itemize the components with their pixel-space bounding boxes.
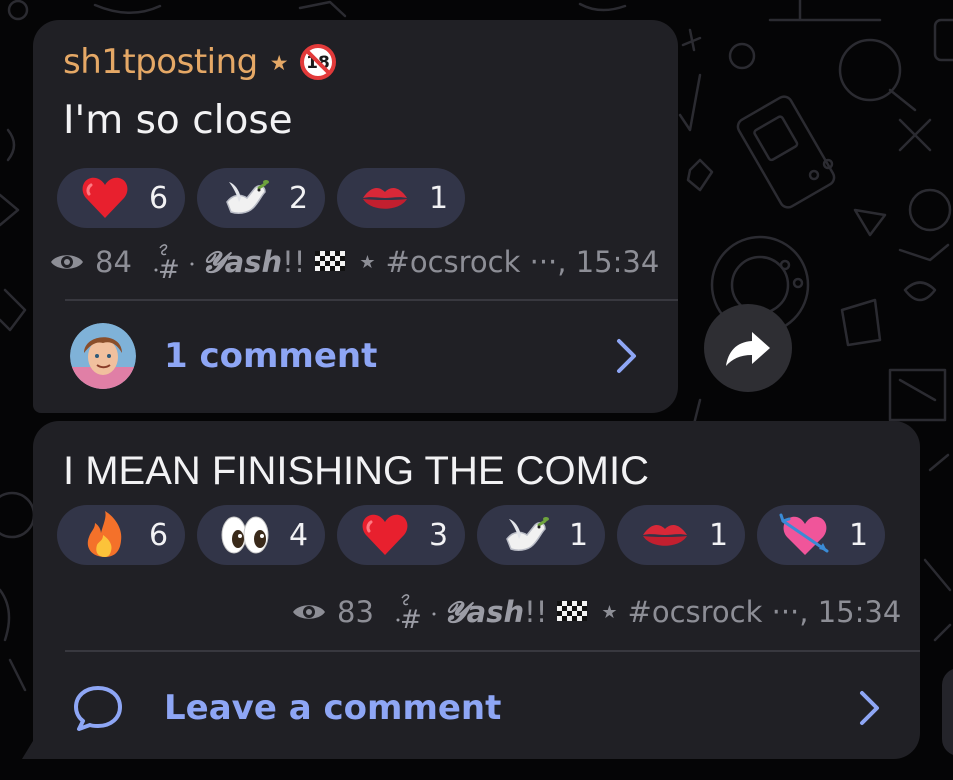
comments-button[interactable]: 1 comment xyxy=(33,320,678,392)
kiss-mark-icon xyxy=(363,188,407,209)
dove-icon xyxy=(226,180,269,214)
author-signature-suffix: !! xyxy=(524,595,548,629)
heart-with-arrow-icon xyxy=(779,513,829,555)
reaction-count: 6 xyxy=(149,180,169,216)
reaction-fire[interactable]: 6 xyxy=(57,505,185,565)
author-signature: 𝓨ash xyxy=(201,244,283,279)
red-heart-icon xyxy=(362,514,408,555)
reactions-bar: 6 2 1 xyxy=(57,168,465,228)
adult-18-icon: 18 xyxy=(299,44,336,80)
leave-comment-button[interactable]: Leave a comment xyxy=(33,673,920,743)
chevron-right-icon xyxy=(860,691,879,725)
reaction-kiss-mark[interactable]: 1 xyxy=(337,168,465,228)
post-tag-and-time: #ocsrock ···, 15:34 xyxy=(627,595,902,629)
reaction-count: 1 xyxy=(709,517,729,553)
signature-ornament-icon: # xyxy=(396,594,436,632)
sender-row: sh1tposting ★ 18 xyxy=(63,38,337,86)
reaction-heart-with-arrow[interactable]: 1 xyxy=(757,505,885,565)
svg-text:#: # xyxy=(400,605,422,632)
view-count: 83 xyxy=(337,595,374,629)
separator-star-icon: ★ xyxy=(601,601,618,623)
reaction-dove[interactable]: 2 xyxy=(197,168,325,228)
share-button[interactable] xyxy=(704,304,792,392)
red-heart-icon xyxy=(82,177,128,218)
checkered-flag-icon xyxy=(315,251,346,271)
reaction-count: 4 xyxy=(289,517,309,553)
share-arrow-icon xyxy=(726,332,770,366)
signature-ornament-icon: # xyxy=(154,244,194,282)
leave-comment-label[interactable]: Leave a comment xyxy=(164,688,501,728)
eyes-icon xyxy=(221,516,269,554)
reaction-eyes[interactable]: 4 xyxy=(197,505,325,565)
message-meta: 84 # 𝓨ash !! ★ #ocsrock ···, 15:34 xyxy=(49,242,659,282)
checkered-flag-icon xyxy=(557,601,588,621)
divider xyxy=(65,299,678,301)
star-icon: ★ xyxy=(269,51,289,75)
reaction-kiss-mark[interactable]: 1 xyxy=(617,505,745,565)
separator-star-icon: ★ xyxy=(359,251,376,273)
reaction-red-heart[interactable]: 6 xyxy=(57,168,185,228)
reaction-dove[interactable]: 1 xyxy=(477,505,605,565)
comments-count-label[interactable]: 1 comment xyxy=(164,336,377,376)
sender-name[interactable]: sh1tposting xyxy=(63,42,258,82)
kiss-mark-icon xyxy=(643,525,687,546)
message-meta: 83 # 𝓨ash !! ★ #ocsrock ···, 15:34 xyxy=(291,592,901,632)
reaction-count: 1 xyxy=(849,517,869,553)
message-text: I MEAN FINISHING THE COMIC xyxy=(63,449,649,493)
comment-bubble-icon xyxy=(74,686,122,731)
scroll-edge-element xyxy=(942,668,953,756)
reactions-bar: 6 4 3 1 1 1 xyxy=(57,505,885,565)
author-signature-suffix: !! xyxy=(282,245,306,279)
reaction-count: 3 xyxy=(429,517,449,553)
commenter-avatar xyxy=(70,323,136,389)
svg-text:#: # xyxy=(158,255,180,282)
author-signature: 𝓨ash xyxy=(443,594,525,629)
reaction-count: 2 xyxy=(289,180,309,216)
dove-icon xyxy=(506,517,549,551)
chevron-right-icon xyxy=(617,339,636,373)
divider xyxy=(65,650,920,652)
message-text: I'm so close xyxy=(63,98,293,143)
channel-post-2[interactable]: I MEAN FINISHING THE COMIC 6 4 3 1 1 1 8… xyxy=(33,421,920,759)
reaction-count: 6 xyxy=(149,517,169,553)
reaction-count: 1 xyxy=(569,517,589,553)
fire-icon xyxy=(87,511,122,557)
bubble-tail xyxy=(22,736,36,759)
view-count: 84 xyxy=(95,245,132,279)
views-eye-icon xyxy=(51,255,83,269)
channel-post-1[interactable]: sh1tposting ★ 18 I'm so close 6 2 xyxy=(33,20,678,413)
reaction-count: 1 xyxy=(429,180,449,216)
reaction-red-heart[interactable]: 3 xyxy=(337,505,465,565)
views-eye-icon xyxy=(293,605,325,619)
post-tag-and-time: #ocsrock ···, 15:34 xyxy=(385,245,660,279)
